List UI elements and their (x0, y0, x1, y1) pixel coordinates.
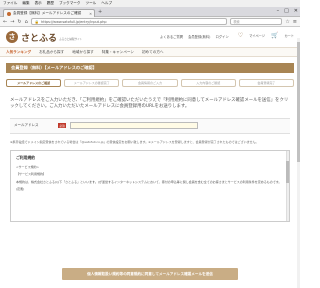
header-links: よくあるご質問 会員登録(無料) ログイン (160, 34, 229, 39)
url-bar[interactable]: 🔒 https://www.satofull.jp/entry/input.ph… (30, 18, 228, 25)
browser-toolbar: ← → ↻ ⌂ 🔒 https://www.satofull.jp/entry/… (0, 17, 300, 27)
terms-line: 【サービス利用規約】 (16, 172, 47, 177)
terms-scroll-thumb[interactable] (286, 161, 289, 184)
menu-tools[interactable]: ツール (86, 1, 97, 6)
terms-title: ご利用規約 (16, 155, 35, 161)
browser-tab[interactable]: 会員登録【無料】メールアドレスのご確認 ✕ (3, 9, 95, 17)
maximize-icon[interactable]: □ (284, 8, 289, 14)
step-indicator: メールアドレスのご確認 メールアドレスの確認完了 会員情報のご入力 入力内容のご… (6, 79, 295, 87)
faq-link[interactable]: よくあるご質問 (160, 34, 183, 39)
menu-history[interactable]: 履歴 (47, 1, 54, 6)
step-1: メールアドレスのご確認 (6, 79, 62, 87)
terms-line: (定義) (16, 187, 25, 192)
home-icon[interactable]: ⌂ (25, 19, 28, 25)
email-label: メールアドレス (14, 123, 39, 128)
terms-box[interactable]: ご利用規約 <サービス規約> 【サービス利用規約】 本規約は、株式会社さとふる(… (10, 150, 290, 223)
global-nav: 人気ランキング お礼品から探す 地域から探す 特集・キャンペーン 初めての方へ (0, 47, 300, 57)
url-text: https://www.satofull.jp/entry/input.php (41, 19, 107, 24)
submit-button[interactable]: 個人情報取扱い規約等の同意規約に同意してメールアドレス確認メールを送信 (62, 268, 238, 280)
step-3: 会員情報のご入力 (122, 79, 178, 87)
favicon-icon (7, 11, 11, 16)
lead-text: メールアドレスをご入力いただき、「ご利用規約」をご確認いただいたうえで「利用規約… (10, 98, 289, 110)
menu-bookmarks[interactable]: ブックマーク (59, 1, 81, 6)
menu-edit[interactable]: 編集 (22, 1, 29, 6)
lock-icon: 🔒 (34, 19, 40, 24)
terms-line: 本規約は、株式会社さとふる(以下「さとふる」といいます。)が運営するインターネッ… (16, 179, 282, 184)
menu-hamburger-icon[interactable]: ≡ (293, 19, 297, 25)
nav-by-gift[interactable]: お礼品から探す (39, 50, 64, 55)
back-icon[interactable]: ← (3, 19, 7, 25)
nav-beginners[interactable]: 初めての方へ (142, 50, 164, 55)
email-field[interactable] (70, 122, 199, 130)
close-tab-icon[interactable]: ✕ (89, 12, 92, 16)
terms-line: <サービス規約> (16, 165, 40, 170)
required-badge: 必須 (58, 123, 67, 129)
site-header: さ さとふる ふるさと納税サイト よくあるご質問 会員登録(無料) ログイン ♡… (0, 27, 300, 47)
page-title: 会員登録（無料）【メールアドレスのご確認】 (6, 63, 294, 73)
logo-icon[interactable]: さ (6, 31, 18, 43)
new-tab-icon[interactable]: + (98, 9, 102, 15)
close-window-icon[interactable]: ✕ (294, 8, 298, 14)
heart-icon[interactable]: ♡ (238, 32, 243, 39)
nav-campaign[interactable]: 特集・キャンペーン (102, 50, 134, 55)
mypage-link[interactable]: マイページ (249, 33, 265, 38)
login-link[interactable]: ログイン (215, 34, 228, 39)
menu-file[interactable]: ファイル (3, 1, 17, 6)
forward-icon[interactable]: → (10, 19, 14, 25)
window-controls: – □ ✕ (277, 8, 298, 14)
bookmark-star-icon[interactable]: ☆ (285, 19, 289, 25)
browser-search-input[interactable]: 検索 (230, 18, 283, 25)
step-5: 会員登録完了 (238, 79, 295, 87)
nav-by-region[interactable]: 地域から探す (72, 50, 94, 55)
tab-title: 会員登録【無料】メールアドレスのご確認 (13, 11, 82, 15)
note-text: ※携帯電話でドメイン指定受信をされている場合は「@satofull.co.jp」… (10, 139, 259, 144)
header-actions: ♡ マイページ 🛒 カート (238, 32, 294, 39)
cart-link[interactable]: カート (284, 33, 294, 38)
cart-icon[interactable]: 🛒 (271, 32, 278, 39)
register-link[interactable]: 会員登録(無料) (188, 34, 210, 39)
tab-bar: 会員登録【無料】メールアドレスのご確認 ✕ + – □ ✕ (0, 7, 300, 17)
email-row: メールアドレス 必須 (10, 117, 290, 134)
reload-icon[interactable]: ↻ (17, 19, 21, 25)
step-4: 入力内容のご確認 (180, 79, 236, 87)
minimize-icon[interactable]: – (277, 8, 280, 14)
browser-menubar: ファイル 編集 表示 履歴 ブックマーク ツール ヘルプ (0, 0, 300, 7)
step-2: メールアドレスの確認完了 (64, 79, 120, 87)
logo-subtitle: ふるさと納税サイト (59, 38, 83, 41)
menu-view[interactable]: 表示 (35, 1, 42, 6)
nav-ranking[interactable]: 人気ランキング (6, 50, 31, 55)
menu-help[interactable]: ヘルプ (101, 1, 112, 6)
page-scroll-thumb[interactable] (297, 42, 300, 162)
logo-text[interactable]: さとふる (21, 31, 57, 44)
